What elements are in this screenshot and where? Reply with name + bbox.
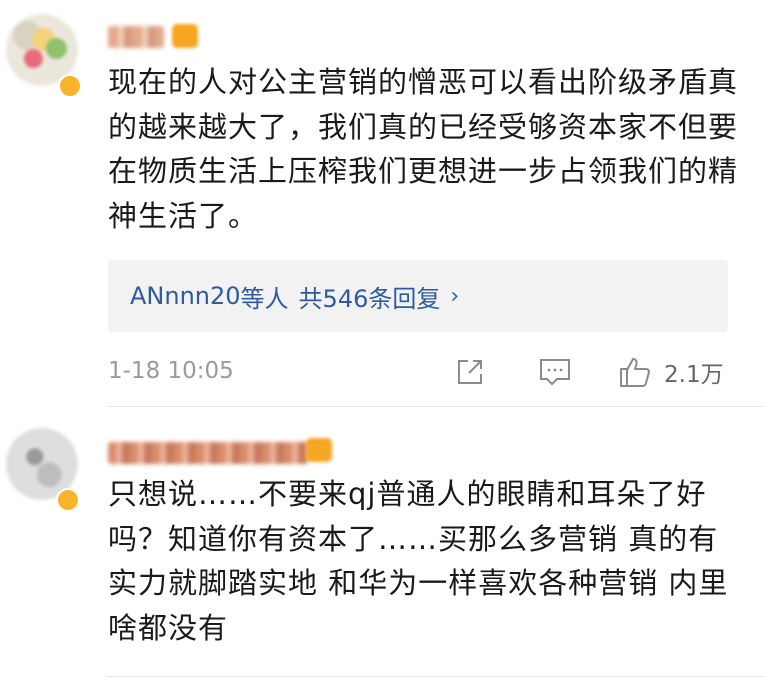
like-button[interactable]: 2.1万 [618,352,724,392]
reply-count[interactable]: 共546条回复 [299,279,441,314]
comment-item: 现在的人对公主营销的憎恶可以看出阶级矛盾真的越来越大了，我们真的已经受够资本家不… [0,0,764,407]
comment-icon [538,356,572,388]
username-blurred[interactable] [108,442,308,464]
like-count: 2.1万 [664,362,724,388]
comment-text: 现在的人对公主营销的憎恶可以看出阶级矛盾真的越来越大了，我们真的已经受够资本家不… [108,65,739,233]
divider [108,406,764,407]
vip-badge-icon [58,74,82,98]
user-level-badge-icon [306,438,332,462]
comment-text: 只想说……不要来qj普通人的眼睛和耳朵了好吗？知道你有资本了……买那么多营销 真… [108,477,729,645]
timestamp: 1-18 10:05 [108,358,234,384]
user-level-badge-icon [172,24,198,48]
divider [108,676,764,677]
thumbs-up-icon [618,355,652,389]
reply-user-link[interactable]: ANnnn20 [130,282,241,310]
chevron-right-icon: › [450,283,460,309]
reply-button[interactable] [538,352,572,392]
share-icon [454,356,486,388]
comment-item: 只想说……不要来qj普通人的眼睛和耳朵了好吗？知道你有资本了……买那么多营销 真… [0,408,764,679]
username-blurred[interactable] [108,26,164,48]
replies-preview[interactable]: ANnnn20 等人 共546条回复 › [108,260,728,332]
comment-meta: 1-18 10:05 2.1万 [108,352,738,392]
reply-user-suffix: 等人 [240,284,289,313]
share-button[interactable] [454,352,486,392]
vip-badge-icon [56,488,80,512]
